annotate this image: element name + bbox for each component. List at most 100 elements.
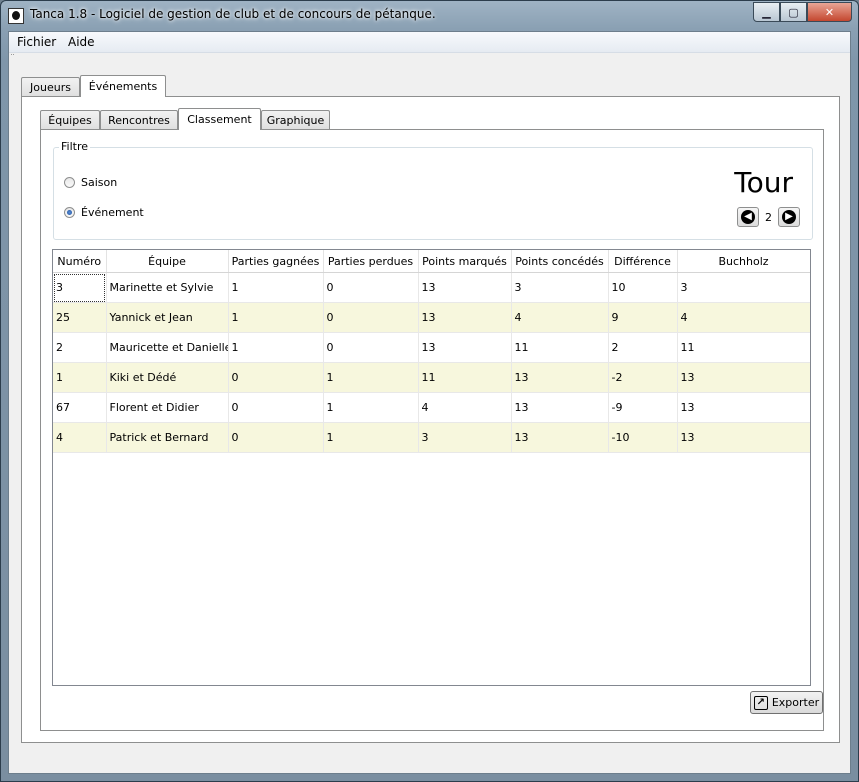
app-icon[interactable] xyxy=(8,8,24,24)
cell-points-marques[interactable]: 13 xyxy=(418,302,512,333)
cell-points-marques[interactable]: 13 xyxy=(418,332,512,363)
cell-parties-gagnees[interactable]: 1 xyxy=(228,272,324,303)
menu-aide[interactable]: Aide xyxy=(68,35,95,49)
cell-points-concedes[interactable]: 13 xyxy=(511,422,609,453)
cell-buchholz[interactable]: 13 xyxy=(677,362,810,393)
header-buchholz[interactable]: Buchholz xyxy=(677,250,810,273)
cell-difference[interactable]: 2 xyxy=(608,332,678,363)
export-icon: ↗ xyxy=(753,695,768,710)
cell-numero[interactable]: 67 xyxy=(53,392,107,423)
cell-parties-perdues[interactable]: 0 xyxy=(323,302,419,333)
cell-equipe[interactable]: Florent et Didier xyxy=(106,392,229,423)
filter-groupbox: Filtre Saison Événement Tour ◀ 2 ▶ xyxy=(53,140,813,240)
cell-numero[interactable]: 2 xyxy=(53,332,107,363)
cell-parties-gagnees[interactable]: 0 xyxy=(228,422,324,453)
radio-saison-indicator[interactable] xyxy=(64,177,75,188)
next-round-button[interactable]: ▶ xyxy=(778,207,800,227)
cell-difference[interactable]: -9 xyxy=(608,392,678,423)
cell-buchholz[interactable]: 3 xyxy=(677,272,810,303)
cell-numero[interactable]: 4 xyxy=(53,422,107,453)
cell-parties-perdues[interactable]: 1 xyxy=(323,362,419,393)
header-points-concedes[interactable]: Points concédés xyxy=(511,250,609,273)
round-number: 2 xyxy=(765,210,772,224)
cell-equipe[interactable]: Yannick et Jean xyxy=(106,302,229,333)
main-window: Tanca 1.8 - Logiciel de gestion de club … xyxy=(0,0,859,782)
export-button[interactable]: ↗ Exporter xyxy=(750,691,823,714)
cell-points-marques[interactable]: 13 xyxy=(418,272,512,303)
cell-points-concedes[interactable]: 13 xyxy=(511,362,609,393)
round-title: Tour xyxy=(734,166,793,199)
cell-equipe[interactable]: Kiki et Dédé xyxy=(106,362,229,393)
cell-buchholz[interactable]: 13 xyxy=(677,392,810,423)
maximize-button[interactable]: ▢ xyxy=(780,2,807,22)
header-difference[interactable]: Différence xyxy=(608,250,678,273)
cell-parties-gagnees[interactable]: 1 xyxy=(228,302,324,333)
radio-evenement-label: Événement xyxy=(81,206,144,219)
cell-points-concedes[interactable]: 11 xyxy=(511,332,609,363)
table-row[interactable]: 1 Kiki et Dédé 0 1 11 13 -2 13 xyxy=(53,362,810,393)
cell-parties-gagnees[interactable]: 1 xyxy=(228,332,324,363)
cell-points-marques[interactable]: 11 xyxy=(418,362,512,393)
window-controls: ▁ ▢ ✕ xyxy=(753,2,852,22)
header-points-marques[interactable]: Points marqués xyxy=(418,250,512,273)
tab-rencontres[interactable]: Rencontres xyxy=(100,110,178,130)
header-parties-gagnees[interactable]: Parties gagnées xyxy=(228,250,324,273)
table-row[interactable]: 25 Yannick et Jean 1 0 13 4 9 4 xyxy=(53,302,810,333)
close-icon: ✕ xyxy=(824,5,835,19)
table-row[interactable]: 3 Marinette et Sylvie 1 0 13 3 10 3 xyxy=(53,272,810,303)
tab-equipes[interactable]: Équipes xyxy=(40,110,100,130)
table-header-row: Numéro Équipe Parties gagnées Parties pe… xyxy=(53,250,810,273)
cell-buchholz[interactable]: 4 xyxy=(677,302,810,333)
cell-points-marques[interactable]: 3 xyxy=(418,422,512,453)
minimize-button[interactable]: ▁ xyxy=(753,2,780,22)
cell-points-concedes[interactable]: 3 xyxy=(511,272,609,303)
maximize-icon: ▢ xyxy=(788,5,799,19)
close-button[interactable]: ✕ xyxy=(807,2,852,22)
radio-saison[interactable]: Saison xyxy=(64,176,117,189)
filter-title: Filtre xyxy=(59,140,91,153)
window-title: Tanca 1.8 - Logiciel de gestion de club … xyxy=(30,7,436,21)
cell-points-concedes[interactable]: 13 xyxy=(511,392,609,423)
tab-classement[interactable]: Classement xyxy=(178,108,261,130)
header-parties-perdues[interactable]: Parties perdues xyxy=(323,250,419,273)
cell-parties-gagnees[interactable]: 0 xyxy=(228,392,324,423)
cell-parties-perdues[interactable]: 0 xyxy=(323,272,419,303)
cell-points-marques[interactable]: 4 xyxy=(418,392,512,423)
cell-equipe[interactable]: Mauricette et Danielle xyxy=(106,332,229,363)
table-row[interactable]: 67 Florent et Didier 0 1 4 13 -9 13 xyxy=(53,392,810,423)
arrow-right-icon: ▶ xyxy=(782,210,796,224)
menu-bar: Fichier Aide xyxy=(9,32,850,53)
cell-parties-gagnees[interactable]: 0 xyxy=(228,362,324,393)
cell-points-concedes[interactable]: 4 xyxy=(511,302,609,333)
toolbar-grip xyxy=(11,54,14,58)
minimize-icon: ▁ xyxy=(762,5,771,19)
tab-graphique[interactable]: Graphique xyxy=(261,110,330,130)
cell-parties-perdues[interactable]: 1 xyxy=(323,422,419,453)
cell-difference[interactable]: 9 xyxy=(608,302,678,333)
previous-round-button[interactable]: ◀ xyxy=(737,207,759,227)
table-row[interactable]: 4 Patrick et Bernard 0 1 3 13 -10 13 xyxy=(53,422,810,453)
tab-joueurs[interactable]: Joueurs xyxy=(21,77,80,97)
radio-evenement-indicator[interactable] xyxy=(64,207,75,218)
cell-equipe[interactable]: Marinette et Sylvie xyxy=(106,272,229,303)
cell-difference[interactable]: -10 xyxy=(608,422,678,453)
menu-fichier[interactable]: Fichier xyxy=(17,35,56,49)
radio-evenement[interactable]: Événement xyxy=(64,206,144,219)
cell-numero[interactable]: 3 xyxy=(53,272,107,303)
radio-saison-label: Saison xyxy=(81,176,118,189)
cell-difference[interactable]: -2 xyxy=(608,362,678,393)
tab-evenements[interactable]: Événements xyxy=(80,75,166,97)
header-numero[interactable]: Numéro xyxy=(53,250,107,273)
cell-difference[interactable]: 10 xyxy=(608,272,678,303)
cell-buchholz[interactable]: 13 xyxy=(677,422,810,453)
cell-numero[interactable]: 25 xyxy=(53,302,107,333)
table-row[interactable]: 2 Mauricette et Danielle 1 0 13 11 2 11 xyxy=(53,332,810,363)
cell-numero[interactable]: 1 xyxy=(53,362,107,393)
cell-equipe[interactable]: Patrick et Bernard xyxy=(106,422,229,453)
cell-parties-perdues[interactable]: 0 xyxy=(323,332,419,363)
title-bar[interactable]: Tanca 1.8 - Logiciel de gestion de club … xyxy=(1,1,858,29)
ranking-table: Numéro Équipe Parties gagnées Parties pe… xyxy=(52,249,811,686)
cell-parties-perdues[interactable]: 1 xyxy=(323,392,419,423)
cell-buchholz[interactable]: 11 xyxy=(677,332,810,363)
header-equipe[interactable]: Équipe xyxy=(106,250,229,273)
